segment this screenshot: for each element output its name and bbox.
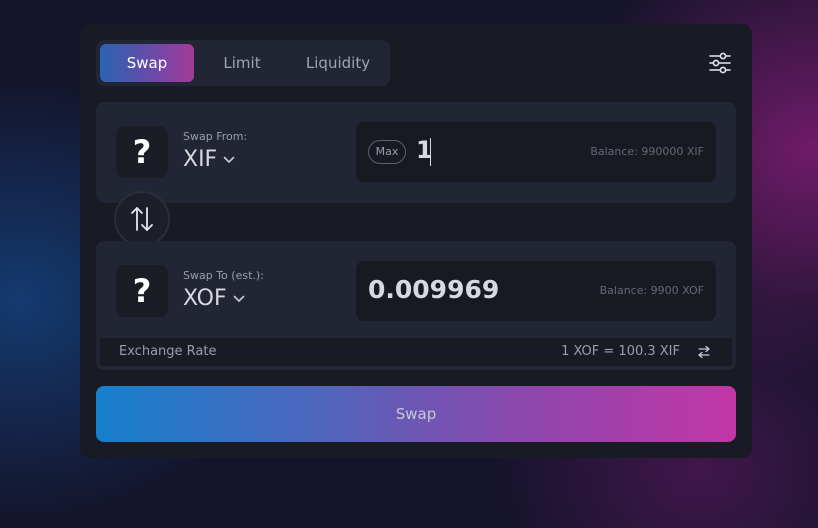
text-caret: [430, 138, 431, 166]
exchange-rate-bar: Exchange Rate 1 XOF = 100.3 XIF: [100, 338, 732, 366]
swap-direction-button[interactable]: [114, 191, 170, 247]
from-balance: Balance: 990000 XIF: [590, 145, 704, 158]
tab-bar: Swap Limit Liquidity: [96, 40, 390, 86]
to-amount-field: 0.009969 Balance: 9900 XOF: [356, 261, 716, 321]
exchange-rate-label: Exchange Rate: [119, 344, 217, 359]
chevron-down-icon: [223, 156, 235, 163]
swap-horizontal-icon[interactable]: [697, 345, 711, 359]
max-button[interactable]: Max: [368, 140, 406, 164]
to-token-select[interactable]: XOF: [183, 286, 245, 311]
tab-limit[interactable]: Limit: [194, 44, 290, 82]
swap-from-panel: ? Swap From: XIF Max 1 Balance: 990000 X…: [96, 102, 736, 203]
from-amount-field[interactable]: Max 1 Balance: 990000 XIF: [356, 122, 716, 182]
swap-button[interactable]: Swap: [96, 386, 736, 442]
from-token-select[interactable]: XIF: [183, 147, 235, 172]
chevron-down-icon: [233, 295, 244, 302]
swap-from-label: Swap From:: [183, 130, 248, 143]
from-token-symbol: XIF: [183, 147, 218, 172]
to-amount-value: 0.009969: [368, 275, 500, 304]
swap-to-label: Swap To (est.):: [183, 269, 264, 282]
swap-vertical-icon: [131, 207, 153, 231]
tab-liquidity[interactable]: Liquidity: [290, 44, 386, 82]
question-mark-icon: ?: [116, 265, 168, 317]
tab-swap[interactable]: Swap: [100, 44, 194, 82]
swap-card: Swap Limit Liquidity ? Swap From: XIF Ma…: [80, 24, 752, 458]
question-mark-icon: ?: [116, 126, 168, 178]
to-balance: Balance: 9900 XOF: [599, 284, 704, 297]
exchange-rate-value: 1 XOF = 100.3 XIF: [561, 344, 680, 359]
to-token-symbol: XOF: [183, 286, 227, 311]
sliders-icon[interactable]: [706, 50, 734, 76]
